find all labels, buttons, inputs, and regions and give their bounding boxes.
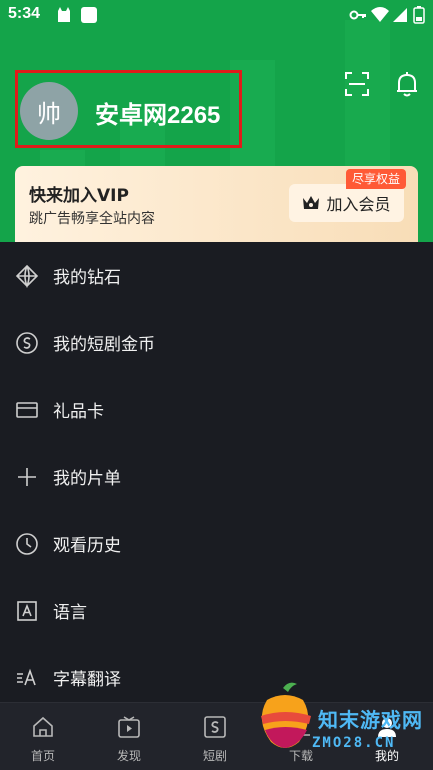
plus-icon [18,467,36,486]
home-icon [33,716,53,737]
crown-icon [303,196,320,209]
menu-item-gift-card[interactable]: 礼品卡 [0,376,433,443]
menu-item-label: 观看历史 [53,536,121,556]
join-vip-button[interactable]: 加入会员 [289,184,404,222]
wifi-icon [371,7,389,22]
nav-item-short-drama[interactable]: 短剧 [172,703,258,770]
vip-title: 快来加入VIP [29,186,129,206]
menu-item-label: 我的片单 [53,469,121,489]
menu-item-label: 我的钻石 [53,268,121,288]
menu-list: 我的钻石 我的短剧金币 礼品卡 我的片单 观看历史 语言 字幕翻译 [0,242,433,711]
scan-icon[interactable] [343,70,371,98]
menu-item-playlist[interactable]: 我的片单 [0,443,433,510]
watermark-subtitle: ZMO28.CN [312,735,396,751]
status-time: 5:34 [8,5,41,22]
nav-label: 首页 [30,749,55,763]
short-drama-icon [204,716,226,738]
gift-card-icon [16,401,38,418]
language-icon [17,600,37,621]
vip-subtitle: 跳广告畅享全站内容 [29,211,155,227]
diamond-icon [15,264,39,288]
avatar[interactable]: 帅 [20,82,78,140]
bell-icon[interactable] [393,70,421,98]
nav-item-home[interactable]: 首页 [0,703,86,770]
vip-badge: 尽享权益 [346,169,407,189]
vpn-key-icon [349,10,366,20]
status-bar: 5:34 [0,0,433,30]
menu-item-label: 我的短剧金币 [53,335,155,355]
coin-icon [16,331,38,354]
join-vip-label: 加入会员 [326,195,391,214]
discover-icon [118,716,140,738]
menu-item-label: 礼品卡 [53,402,104,422]
menu-item-label: 语言 [53,603,87,623]
username[interactable]: 安卓网2265 [95,95,220,130]
menu-item-language[interactable]: 语言 [0,577,433,644]
menu-item-coins[interactable]: 我的短剧金币 [0,309,433,376]
app-notification-icon [58,7,70,22]
menu-item-history[interactable]: 观看历史 [0,510,433,577]
battery-icon [413,6,425,24]
menu-item-label: 字幕翻译 [53,670,121,690]
app-notification-square-icon [81,7,97,23]
vip-banner[interactable]: 快来加入VIP 跳广告畅享全站内容 加入会员 尽享权益 [15,166,418,242]
nav-label: 短剧 [202,749,227,763]
subtitle-translate-icon [17,668,36,685]
menu-item-diamonds[interactable]: 我的钻石 [0,242,433,309]
profile-header: 5:34 帅 安卓网2265 快来加入VIP 跳广告畅享全站内容 加入会员 尽享… [0,0,433,242]
nav-item-discover[interactable]: 发现 [86,703,172,770]
clock-icon [16,532,38,555]
cell-signal-icon [393,8,407,22]
watermark-title: 知末游戏网 [318,708,423,732]
nav-label: 发现 [116,749,141,763]
